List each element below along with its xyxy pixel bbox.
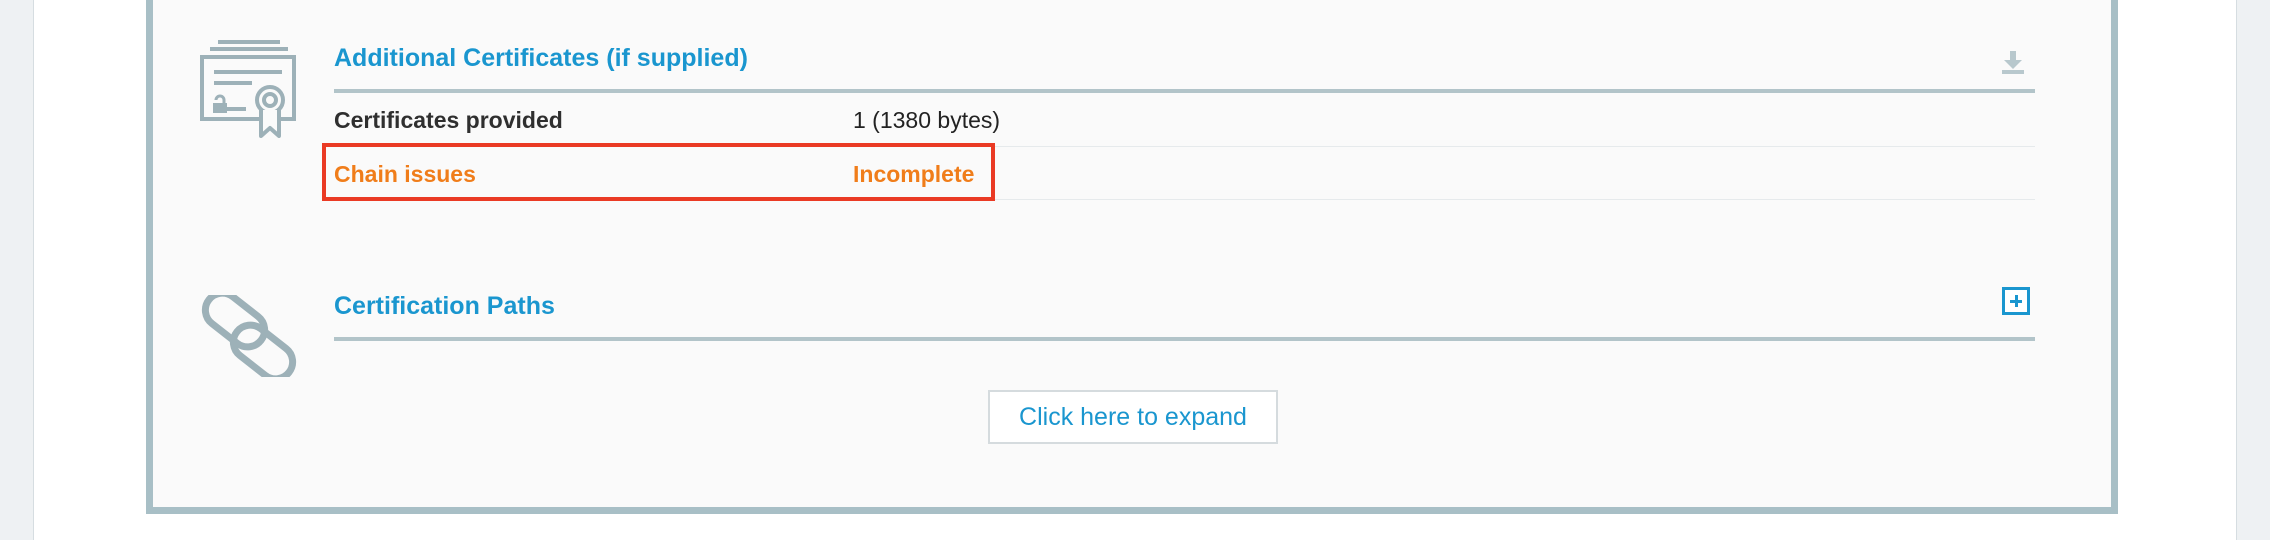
certificates-provided-value: 1 (1380 bytes): [853, 107, 1001, 133]
expand-certification-paths-button[interactable]: Click here to expand: [988, 390, 1278, 444]
plus-box-icon[interactable]: [2002, 287, 2030, 315]
download-icon[interactable]: [1999, 48, 2027, 76]
chain-link-icon: [196, 289, 302, 383]
certificate-icon: [198, 36, 298, 138]
certificates-provided-label: Certificates provided: [334, 107, 563, 133]
additional-certificates-title: Additional Certificates (if supplied): [334, 44, 748, 72]
section-divider: [334, 89, 2035, 93]
certification-paths-title: Certification Paths: [334, 292, 555, 320]
chain-issues-highlight: [322, 143, 995, 201]
section-divider: [334, 337, 2035, 341]
